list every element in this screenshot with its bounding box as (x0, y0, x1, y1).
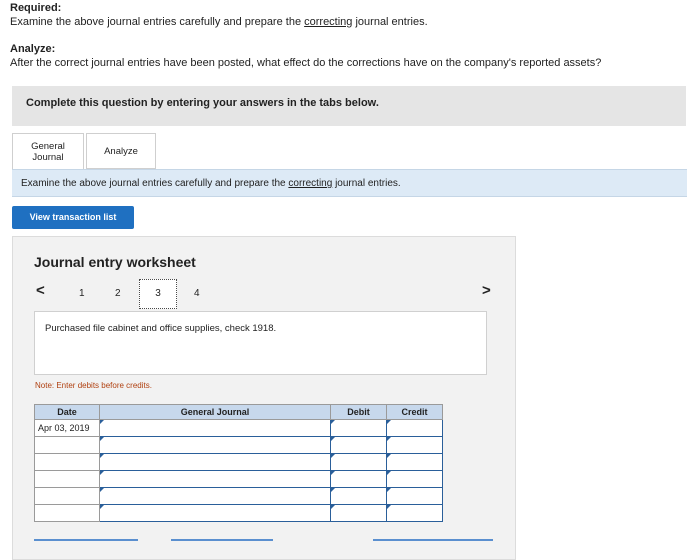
credit-input[interactable] (386, 436, 443, 454)
view-general-journal-button-edge[interactable] (373, 539, 493, 541)
date-cell (34, 436, 100, 454)
step-3-current[interactable]: 3 (139, 279, 177, 309)
required-text: Examine the above journal entries carefu… (10, 16, 428, 28)
debit-input[interactable] (330, 436, 387, 454)
debit-input[interactable] (330, 487, 387, 505)
credit-input[interactable] (386, 504, 443, 522)
record-entry-button-edge[interactable] (34, 539, 138, 541)
date-cell (34, 487, 100, 505)
credit-input[interactable] (386, 419, 443, 437)
account-input[interactable] (99, 453, 331, 471)
account-input[interactable] (99, 470, 331, 488)
debit-input[interactable] (330, 419, 387, 437)
debit-input[interactable] (330, 470, 387, 488)
clear-entry-button-edge[interactable] (171, 539, 273, 541)
tab-instructions: Examine the above journal entries carefu… (12, 169, 687, 197)
credit-input[interactable] (386, 453, 443, 471)
view-transaction-list-button[interactable]: View transaction list (12, 206, 134, 229)
date-cell (34, 453, 100, 471)
tab-general-journal[interactable]: General Journal (12, 133, 84, 170)
table-row (34, 487, 443, 505)
account-input[interactable] (99, 487, 331, 505)
header-date: Date (34, 404, 100, 420)
date-cell (34, 470, 100, 488)
table-row (34, 504, 443, 522)
account-input[interactable] (99, 419, 331, 437)
header-debit: Debit (330, 404, 387, 420)
required-title: Required: (10, 2, 62, 14)
step-4[interactable]: 4 (194, 288, 200, 299)
step-1[interactable]: 1 (79, 288, 85, 299)
date-cell[interactable]: Apr 03, 2019 (34, 419, 100, 437)
debits-note: Note: Enter debits before credits. (35, 381, 152, 390)
table-row: Apr 03, 2019 (34, 419, 443, 437)
account-input[interactable] (99, 436, 331, 454)
transaction-description: Purchased file cabinet and office suppli… (34, 311, 487, 375)
analyze-text: After the correct journal entries have b… (10, 57, 602, 69)
analyze-title: Analyze: (10, 43, 56, 55)
header-general-journal: General Journal (99, 404, 331, 420)
worksheet-title: Journal entry worksheet (34, 254, 196, 270)
step-2[interactable]: 2 (115, 288, 121, 299)
tab-analyze[interactable]: Analyze (86, 133, 156, 169)
account-input[interactable] (99, 504, 331, 522)
prev-arrow-icon[interactable]: < (36, 282, 45, 299)
credit-input[interactable] (386, 470, 443, 488)
credit-input[interactable] (386, 487, 443, 505)
debit-input[interactable] (330, 453, 387, 471)
next-arrow-icon[interactable]: > (482, 282, 491, 299)
journal-entry-table: Date General Journal Debit Credit Apr 03… (34, 404, 443, 522)
instructions-banner: Complete this question by entering your … (12, 86, 686, 126)
table-row (34, 470, 443, 488)
table-row (34, 453, 443, 471)
date-cell (34, 504, 100, 522)
table-row (34, 436, 443, 454)
header-credit: Credit (386, 404, 443, 420)
debit-input[interactable] (330, 504, 387, 522)
